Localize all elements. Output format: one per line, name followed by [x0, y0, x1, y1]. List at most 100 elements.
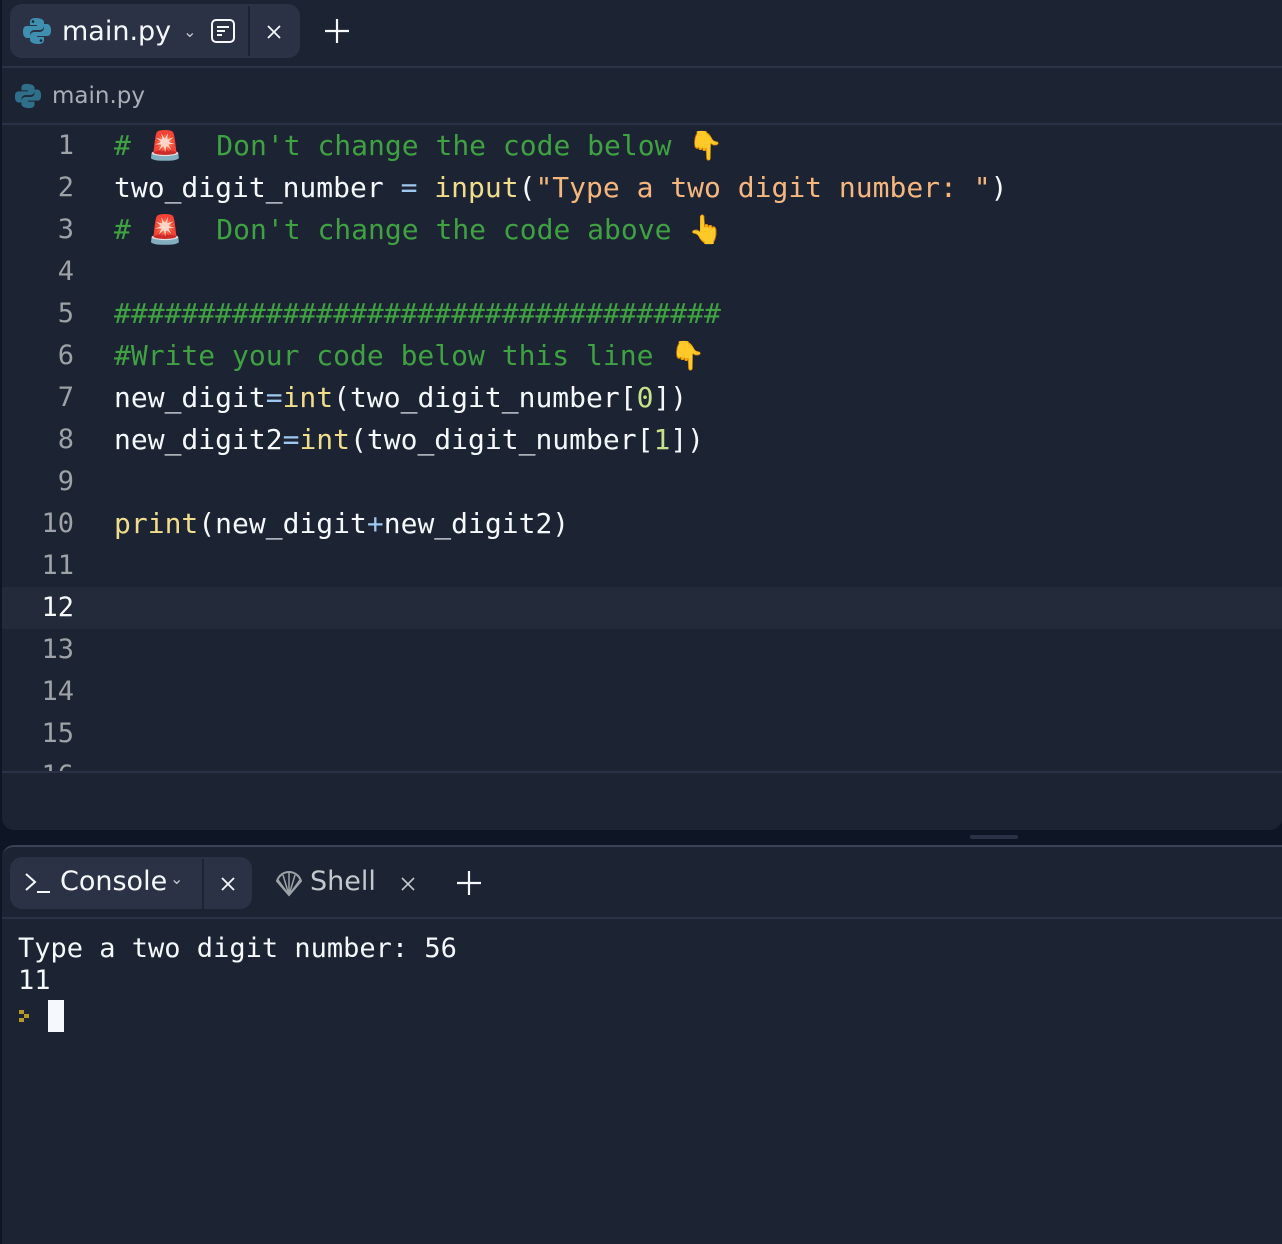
code-token: ) [990, 171, 1008, 204]
line-number: 4 [57, 256, 74, 287]
chevron-down-icon[interactable]: ⌄ [170, 869, 183, 888]
emoji-icon: 👇 [688, 129, 724, 162]
console-output[interactable]: Type a two digit number: 56 11 [2, 919, 1282, 1032]
code-token: print [114, 507, 199, 540]
file-name: main.py [52, 82, 145, 109]
code-line[interactable]: 8 new_digit2=int(two_digit_number[1]) [2, 419, 1282, 461]
code-token: = [400, 171, 418, 204]
code-token: int [299, 423, 351, 456]
code-token: new_digit2 [114, 423, 283, 456]
code-line[interactable]: 6 #Write your code below this line 👇 [2, 335, 1282, 377]
tab-shell[interactable]: Shell [272, 857, 422, 909]
code-token: + [366, 507, 384, 540]
line-number: 15 [41, 718, 74, 749]
code-token: (two_digit_number[ [333, 381, 637, 414]
code-line[interactable]: 13 [2, 629, 1282, 671]
line-text: two_digit_number = input("Type a two dig… [114, 167, 1007, 209]
code-token: ]) [670, 423, 705, 456]
code-token: 0 [636, 381, 654, 414]
output-line: 11 [18, 965, 51, 996]
code-line[interactable]: 15 [2, 713, 1282, 755]
line-number: 12 [41, 592, 74, 623]
tab-console[interactable]: Console ⌄ [10, 857, 252, 909]
code-line[interactable]: 5 #################################### [2, 293, 1282, 335]
code-line[interactable]: 10 print(new_digit+new_digit2) [2, 503, 1282, 545]
code-line[interactable]: 11 [2, 545, 1282, 587]
line-number: 3 [57, 214, 74, 245]
editor-footer [2, 771, 1282, 830]
line-text: new_digit=int(two_digit_number[0]) [114, 377, 687, 419]
code-line[interactable]: 12 [2, 587, 1282, 629]
add-tab-icon[interactable] [324, 18, 350, 44]
code-line[interactable]: 4 [2, 251, 1282, 293]
tab-divider [202, 859, 204, 909]
line-number: 13 [41, 634, 74, 665]
tab-label: main.py [62, 15, 172, 47]
code-token: Don't change the code above [182, 213, 689, 246]
line-number: 1 [57, 130, 74, 161]
code-token: #################################### [114, 297, 721, 330]
code-token: (new_digit [198, 507, 367, 540]
line-number: 16 [2, 755, 74, 771]
line-number: 5 [57, 298, 74, 329]
code-line[interactable]: 9 [2, 461, 1282, 503]
code-line[interactable]: 7 new_digit=int(two_digit_number[0]) [2, 377, 1282, 419]
output-line: Type a two digit number: 56 [18, 933, 457, 964]
code-token: 1 [653, 423, 671, 456]
close-icon[interactable] [400, 876, 416, 892]
line-number: 14 [41, 676, 74, 707]
line-text: # 🚨 Don't change the code above 👆 [114, 209, 723, 251]
tab-label: Shell [310, 866, 376, 897]
file-breadcrumb: main.py [2, 68, 1282, 125]
pane-resize-handle[interactable] [970, 835, 1018, 839]
chevron-down-icon[interactable]: ⌄ [183, 22, 196, 41]
code-line[interactable]: 2 two_digit_number = input("Type a two di… [2, 167, 1282, 209]
code-editor[interactable]: 1 # 🚨 Don't change the code below 👇 2 two_d… [2, 125, 1282, 771]
outline-icon[interactable] [210, 18, 236, 44]
code-token: input [434, 171, 519, 204]
console-pane: Console ⌄ Shell Type a two digit number:… [2, 845, 1282, 1244]
code-line[interactable]: 16 [2, 755, 1282, 771]
tab-divider [248, 6, 250, 56]
code-token: ( [518, 171, 536, 204]
code-token: two_digit_number [114, 171, 401, 204]
code-token: (two_digit_number[ [350, 423, 654, 456]
emoji-icon: 👆 [688, 213, 724, 246]
line-number: 10 [41, 508, 74, 539]
editor-pane: main.py ⌄ main.py 1 # 🚨 Don't change the … [2, 0, 1282, 830]
emoji-icon: 👇 [670, 339, 706, 372]
python-icon [23, 18, 51, 44]
code-token: # [114, 129, 148, 162]
line-number: 6 [57, 340, 74, 371]
console-tab-bar: Console ⌄ Shell [2, 847, 1282, 919]
code-line[interactable]: 1 # 🚨 Don't change the code below 👇 [2, 125, 1282, 167]
line-text: new_digit2=int(two_digit_number[1]) [114, 419, 704, 461]
line-number: 8 [57, 424, 74, 455]
close-icon[interactable] [266, 24, 282, 40]
code-token: "Type a two digit number: " [535, 171, 991, 204]
close-icon[interactable] [220, 876, 236, 892]
emoji-icon: 🚨 [147, 213, 183, 246]
add-tab-icon[interactable] [456, 870, 482, 896]
code-line[interactable]: 3 # 🚨 Don't change the code above 👆 [2, 209, 1282, 251]
code-token: #Write your code below this line [114, 339, 671, 372]
tab-main-py[interactable]: main.py ⌄ [10, 4, 300, 58]
prompt-icon [19, 1009, 29, 1022]
code-token: int [282, 381, 334, 414]
line-text: #Write your code below this line 👇 [114, 335, 705, 377]
text-cursor [48, 999, 64, 1032]
code-token: Don't change the code below [182, 129, 689, 162]
line-number: 11 [41, 550, 74, 581]
code-line[interactable]: 14 [2, 671, 1282, 713]
line-number: 2 [57, 172, 74, 203]
line-text: #################################### [114, 293, 721, 335]
code-token: ]) [653, 381, 688, 414]
code-token: # [114, 213, 148, 246]
emoji-icon: 🚨 [147, 129, 183, 162]
code-token: new_digit [114, 381, 266, 414]
editor-tab-bar: main.py ⌄ [2, 0, 1282, 68]
python-icon [14, 83, 42, 108]
line-text: # 🚨 Don't change the code below 👇 [114, 125, 723, 167]
code-token: new_digit2) [383, 507, 570, 540]
